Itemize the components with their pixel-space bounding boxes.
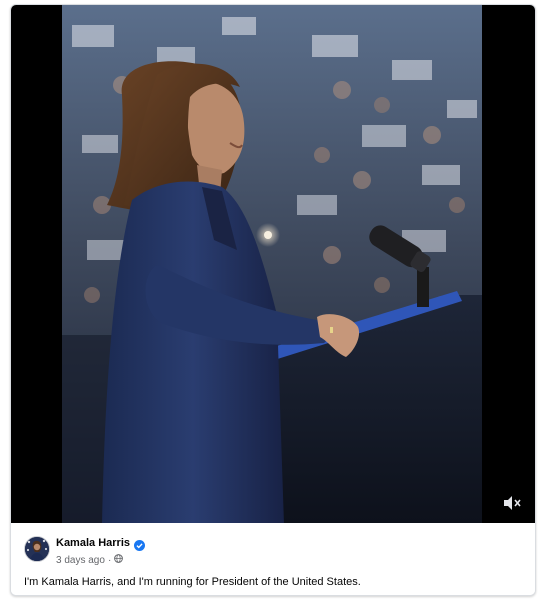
separator-dot: ·: [107, 554, 112, 566]
mute-toggle-button[interactable]: [501, 493, 523, 513]
video-frame[interactable]: [62, 5, 482, 523]
facebook-post-card: Kamala Harris 3 days ago · I'm Kamala Ha…: [10, 4, 536, 596]
video-still: [62, 5, 482, 523]
profile-photo: [25, 537, 49, 561]
post-meta: Kamala Harris 3 days ago · I'm Kamala Ha…: [11, 523, 535, 595]
post-caption: I'm Kamala Harris, and I'm running for P…: [24, 576, 361, 588]
verified-badge-icon: [134, 538, 145, 551]
avatar[interactable]: [24, 536, 50, 562]
globe-icon: [114, 554, 124, 566]
post-timestamp[interactable]: 3 days ago: [56, 555, 105, 566]
author-line: Kamala Harris: [56, 537, 145, 551]
video-player[interactable]: [11, 5, 535, 523]
muted-speaker-icon: [504, 496, 521, 510]
author-name[interactable]: Kamala Harris: [56, 537, 130, 549]
post-subline: 3 days ago ·: [56, 554, 124, 566]
